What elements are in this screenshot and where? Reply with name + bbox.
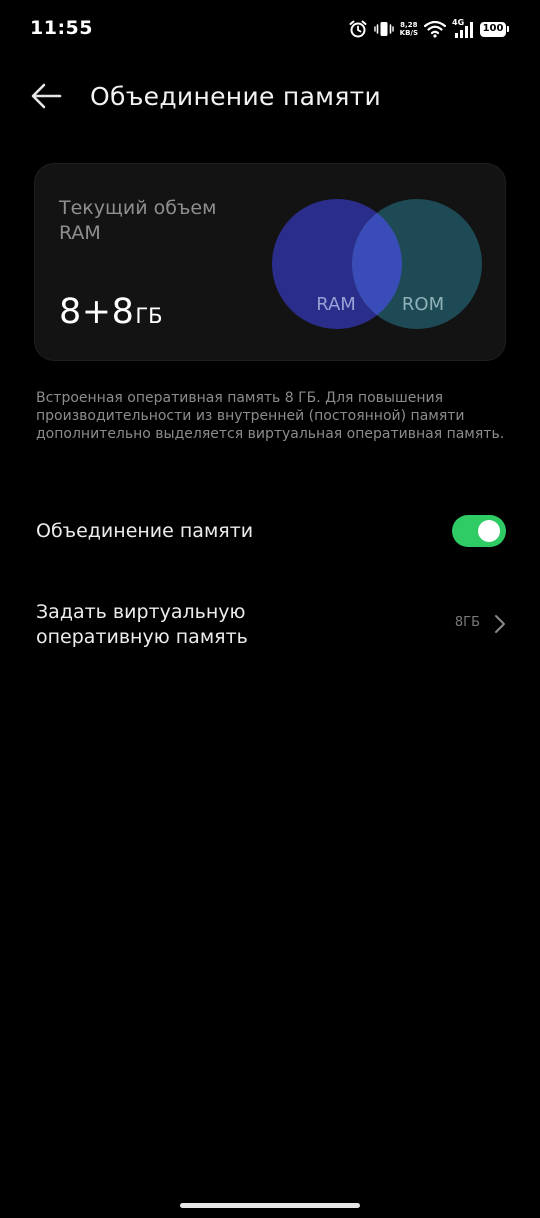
signal-icon: 4G [452, 18, 474, 39]
page-title: Объединение памяти [90, 82, 382, 111]
net-speed: 8,28 KB/S [400, 21, 418, 37]
venn-diagram: RAM ROM [272, 199, 482, 329]
memory-merge-toggle[interactable] [452, 515, 506, 547]
virtual-memory-value: 8ГБ [454, 615, 480, 630]
toggle-knob [478, 520, 500, 542]
battery-level: 100 [480, 21, 506, 37]
description-text: Встроенная оперативная память 8 ГБ. Для … [36, 390, 505, 442]
status-time: 11:55 [30, 17, 93, 39]
ram-value-number: 8+8 [59, 292, 135, 332]
ram-card: Текущий объем RAM 8+8 ГБ RAM ROM [34, 163, 506, 361]
battery-icon: 100 [480, 21, 510, 38]
status-icons: 8,28 KB/S 4G 100 [348, 18, 510, 40]
header: Объединение памяти [0, 70, 540, 126]
battery-tip [507, 26, 509, 32]
status-bar: 11:55 8,28 KB/S 4G 100 [0, 0, 540, 58]
chevron-right-icon [494, 614, 506, 638]
net-speed-value: 8,28 [400, 21, 418, 29]
setting-virtual-memory[interactable]: Задать виртуальную оперативную память 8Г… [36, 598, 506, 652]
net-speed-unit: KB/S [399, 29, 418, 37]
setting-memory-merge[interactable]: Объединение памяти [36, 510, 506, 554]
arrow-left-icon [29, 82, 63, 114]
ram-card-value: 8+8 ГБ [59, 292, 163, 332]
memory-merge-label: Объединение памяти [36, 520, 254, 542]
alarm-icon [348, 19, 368, 39]
wifi-icon [424, 20, 446, 38]
home-indicator[interactable] [180, 1203, 360, 1208]
ram-value-unit: ГБ [135, 304, 163, 328]
venn-ram-label: RAM [316, 294, 356, 315]
vibrate-icon [373, 19, 394, 39]
venn-rom-label: ROM [402, 294, 444, 315]
back-button[interactable] [26, 78, 66, 118]
ram-card-label: Текущий объем RAM [59, 197, 217, 244]
virtual-memory-label: Задать виртуальную оперативную память [36, 601, 248, 648]
